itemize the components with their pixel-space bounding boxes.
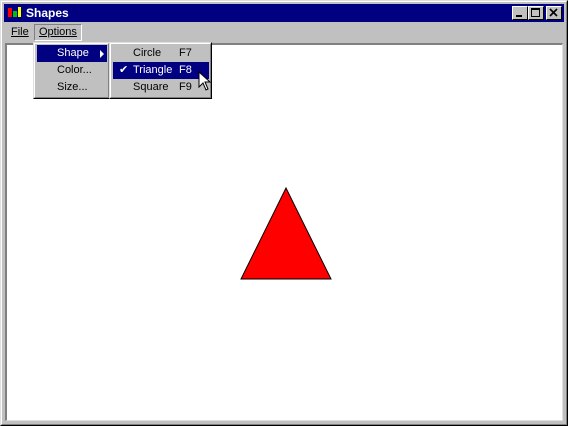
menu-bar: File Options [4, 23, 564, 42]
menu-file-label: File [11, 26, 29, 38]
menu-item-color-label: Color... [57, 64, 92, 76]
menu-item-square-label: Square [133, 81, 169, 93]
minimize-button[interactable] [512, 6, 528, 20]
menu-item-color[interactable]: Color... [37, 62, 107, 79]
menu-options[interactable]: Options [34, 24, 82, 41]
minimize-icon [516, 15, 522, 17]
submenu-arrow-icon [100, 50, 104, 58]
close-button[interactable] [546, 6, 562, 20]
options-dropdown: Shape Color... Size... [33, 42, 110, 99]
menu-item-shape[interactable]: Shape [37, 45, 107, 62]
menu-item-triangle-shortcut: F8 [179, 64, 192, 76]
menu-file[interactable]: File [7, 24, 33, 41]
menu-item-circle-label: Circle [133, 47, 162, 59]
drawing-canvas[interactable] [5, 43, 563, 421]
close-icon [549, 8, 558, 17]
checkmark-icon: ✔ [119, 64, 129, 76]
shape-canvas [240, 186, 332, 280]
mouse-cursor-icon [198, 71, 212, 91]
maximize-icon [531, 8, 540, 17]
menu-item-triangle[interactable]: ✔ Triangle F8 [113, 62, 209, 79]
window-title: Shapes [26, 6, 69, 20]
menu-item-shape-label: Shape [57, 47, 89, 59]
menu-item-square[interactable]: Square F9 [113, 79, 209, 96]
title-bar[interactable]: Shapes [4, 4, 564, 22]
shape-submenu: Circle F7 ✔ Triangle F8 Square F9 [109, 42, 212, 99]
menu-item-size[interactable]: Size... [37, 79, 107, 96]
triangle-shape [240, 186, 332, 280]
maximize-button[interactable] [528, 6, 544, 20]
menu-item-triangle-label: Triangle [133, 64, 173, 76]
app-icon[interactable] [7, 6, 23, 20]
menu-item-circle-shortcut: F7 [179, 47, 192, 59]
menu-item-size-label: Size... [57, 81, 88, 93]
menu-item-circle[interactable]: Circle F7 [113, 45, 209, 62]
menu-options-label: Options [39, 26, 77, 38]
app-window: Shapes File Options Shape Color... Size.… [0, 0, 568, 426]
menu-item-square-shortcut: F9 [179, 81, 192, 93]
